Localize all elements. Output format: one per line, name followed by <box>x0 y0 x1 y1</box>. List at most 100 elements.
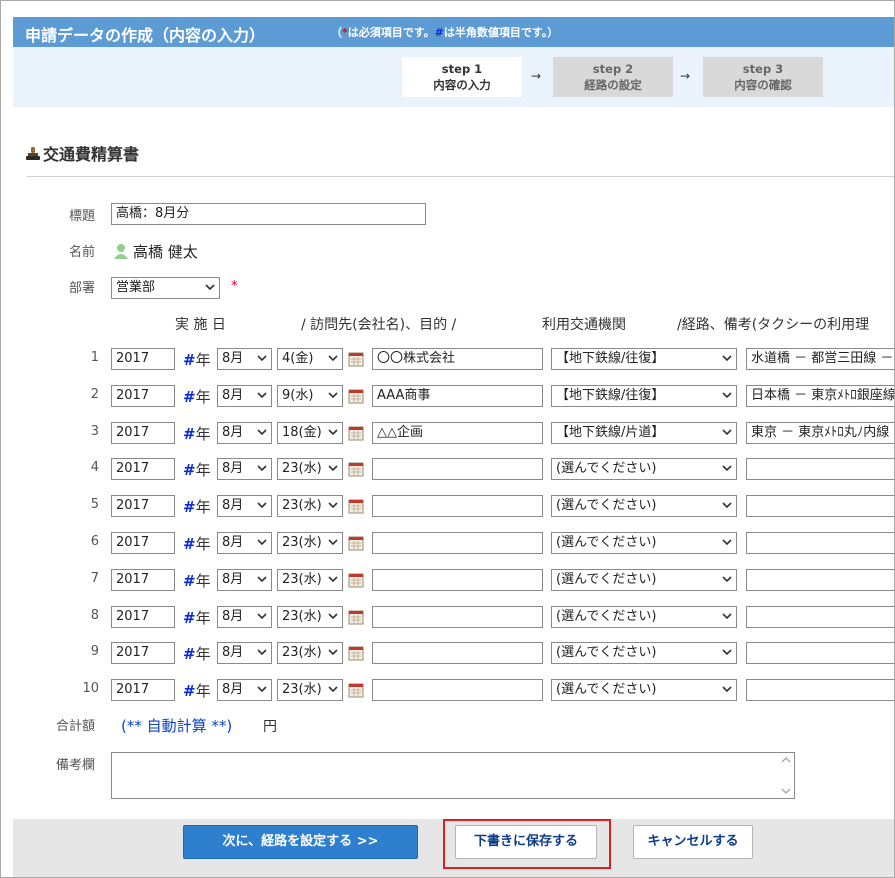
route-input[interactable] <box>746 642 894 664</box>
visit-input[interactable] <box>372 495 543 517</box>
day-select[interactable]: 18(金) <box>277 422 343 444</box>
year-input[interactable]: 2017 <box>111 348 175 370</box>
save-draft-highlight <box>443 819 611 869</box>
stamp-icon <box>25 146 41 162</box>
year-input[interactable]: 2017 <box>111 679 175 701</box>
month-select[interactable]: 8月 <box>217 532 272 554</box>
chevron-down-icon <box>257 429 267 436</box>
department-select[interactable]: 営業部 <box>111 277 220 299</box>
transport-select[interactable]: 【地下鉄線/往復】 <box>551 348 737 370</box>
transport-select[interactable]: (選んでください) <box>551 495 737 517</box>
day-select[interactable]: 23(水) <box>277 495 343 517</box>
month-select[interactable]: 8月 <box>217 348 272 370</box>
route-input[interactable] <box>746 532 894 554</box>
calendar-icon[interactable] <box>348 461 364 477</box>
year-input[interactable]: 2017 <box>111 606 175 628</box>
day-select[interactable]: 23(水) <box>277 532 343 554</box>
column-header-date: 実 施 日 <box>175 317 226 333</box>
month-value: 8月 <box>222 388 244 403</box>
day-value: 23(水) <box>282 461 322 476</box>
chevron-down-icon <box>722 392 732 399</box>
year-input[interactable]: 2017 <box>111 458 175 480</box>
day-select[interactable]: 9(水) <box>277 385 343 407</box>
chevron-down-icon <box>328 465 338 472</box>
day-select[interactable]: 23(水) <box>277 679 343 701</box>
step-2-label: step 2 <box>592 62 634 76</box>
transport-select[interactable]: (選んでください) <box>551 532 737 554</box>
column-header-transport: 利用交通機関 <box>542 317 626 333</box>
calendar-icon[interactable] <box>348 682 364 698</box>
year-input[interactable]: 2017 <box>111 495 175 517</box>
year-unit-text: 年 <box>195 388 211 406</box>
calendar-icon[interactable] <box>348 572 364 588</box>
calendar-icon[interactable] <box>348 609 364 625</box>
chevron-down-icon <box>722 502 732 509</box>
month-select[interactable]: 8月 <box>217 679 272 701</box>
chevron-down-icon <box>257 686 267 693</box>
route-input[interactable]: 水道橋 － 都営三田線 － <box>746 348 894 370</box>
numeric-mark: # <box>183 572 196 590</box>
transport-value: (選んでください) <box>556 682 657 697</box>
route-input[interactable]: 東京 － 東京ﾒﾄﾛ丸ﾉ内線 <box>746 422 894 444</box>
numeric-mark: # <box>183 645 196 663</box>
visit-input[interactable] <box>372 532 543 554</box>
month-select[interactable]: 8月 <box>217 642 272 664</box>
calendar-icon[interactable] <box>348 645 364 661</box>
day-select[interactable]: 23(水) <box>277 606 343 628</box>
numeric-mark: # <box>183 425 196 443</box>
visit-input[interactable] <box>372 458 543 480</box>
transport-select[interactable]: (選んでください) <box>551 642 737 664</box>
remarks-textarea[interactable] <box>111 752 795 799</box>
transport-select[interactable]: 【地下鉄線/往復】 <box>551 385 737 407</box>
route-input[interactable] <box>746 679 894 701</box>
month-select[interactable]: 8月 <box>217 458 272 480</box>
visit-input[interactable] <box>372 642 543 664</box>
month-select[interactable]: 8月 <box>217 569 272 591</box>
route-input[interactable] <box>746 495 894 517</box>
visit-input[interactable]: 〇〇株式会社 <box>372 348 543 370</box>
year-input[interactable]: 2017 <box>111 569 175 591</box>
route-input[interactable] <box>746 606 894 628</box>
visit-input[interactable] <box>372 606 543 628</box>
transport-select[interactable]: 【地下鉄線/片道】 <box>551 422 737 444</box>
textarea-scrollbar[interactable] <box>778 753 794 798</box>
year-input[interactable]: 2017 <box>111 422 175 444</box>
chevron-down-icon <box>722 576 732 583</box>
month-select[interactable]: 8月 <box>217 606 272 628</box>
year-unit-text: 年 <box>195 535 211 553</box>
month-value: 8月 <box>222 425 244 440</box>
visit-input[interactable]: △△企画 <box>372 422 543 444</box>
month-select[interactable]: 8月 <box>217 385 272 407</box>
visit-input[interactable] <box>372 569 543 591</box>
route-input[interactable] <box>746 569 894 591</box>
calendar-icon[interactable] <box>348 425 364 441</box>
cancel-button[interactable]: キャンセルする <box>633 825 753 859</box>
day-select[interactable]: 4(金) <box>277 348 343 370</box>
next-route-button[interactable]: 次に、経路を設定する >> <box>183 825 418 859</box>
year-input[interactable]: 2017 <box>111 642 175 664</box>
year-input[interactable]: 2017 <box>111 532 175 554</box>
calendar-icon[interactable] <box>348 535 364 551</box>
day-select[interactable]: 23(水) <box>277 642 343 664</box>
day-select[interactable]: 23(水) <box>277 569 343 591</box>
transport-select[interactable]: (選んでください) <box>551 606 737 628</box>
visit-input[interactable]: AAA商事 <box>372 385 543 407</box>
user-icon <box>113 243 129 259</box>
visit-input[interactable] <box>372 679 543 701</box>
title-input[interactable]: 高橋：8月分 <box>111 203 426 225</box>
transport-select[interactable]: (選んでください) <box>551 679 737 701</box>
calendar-icon[interactable] <box>348 498 364 514</box>
month-select[interactable]: 8月 <box>217 422 272 444</box>
transport-select[interactable]: (選んでください) <box>551 569 737 591</box>
year-input[interactable]: 2017 <box>111 385 175 407</box>
route-input[interactable]: 日本橋 － 東京ﾒﾄﾛ銀座線 <box>746 385 894 407</box>
calendar-icon[interactable] <box>348 388 364 404</box>
month-select[interactable]: 8月 <box>217 495 272 517</box>
calendar-icon[interactable] <box>348 351 364 367</box>
day-value: 18(金) <box>282 425 322 440</box>
chevron-down-icon <box>257 502 267 509</box>
day-select[interactable]: 23(水) <box>277 458 343 480</box>
route-input[interactable] <box>746 458 894 480</box>
transport-select[interactable]: (選んでください) <box>551 458 737 480</box>
row-number: 9 <box>90 644 99 659</box>
